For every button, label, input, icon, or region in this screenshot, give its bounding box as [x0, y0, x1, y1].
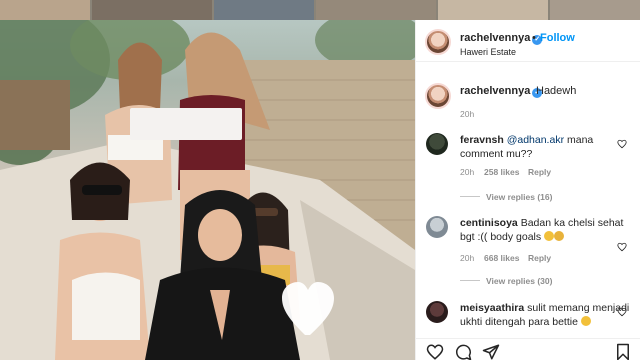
caption-time[interactable]: 20h — [460, 109, 474, 119]
caption-text: Hadewh — [536, 85, 577, 97]
heart-icon[interactable] — [617, 242, 627, 252]
post-thumbnail[interactable] — [550, 0, 640, 20]
hands-emoji-icon — [554, 231, 565, 241]
view-replies-dash — [460, 280, 480, 281]
post-photo-image — [0, 20, 415, 360]
comment-avatar[interactable] — [426, 133, 448, 155]
post-detail-panel: rachelvennya ✓ • Follow Haweri Estate rac… — [415, 20, 640, 360]
caption-username-text[interactable]: rachelvennya — [460, 85, 530, 97]
comment-username[interactable]: feravnsh — [460, 134, 504, 146]
comment-username[interactable]: centinisoya — [460, 217, 518, 229]
share-icon[interactable] — [482, 343, 500, 360]
view-replies-dash — [460, 196, 480, 197]
post-thumbnail[interactable] — [0, 0, 90, 20]
post-action-bar — [416, 338, 640, 360]
comment: feravnsh @adhan.akr mana comment mu?? — [460, 133, 630, 161]
view-replies-button[interactable]: View replies (30) — [460, 276, 552, 286]
post-location[interactable]: Haweri Estate — [460, 47, 516, 57]
author-avatar[interactable] — [425, 29, 451, 55]
grimacing-emoji-icon — [580, 316, 591, 326]
heart-icon[interactable] — [426, 343, 444, 360]
comment-time[interactable]: 20h — [460, 167, 474, 177]
post-header: rachelvennya ✓ • Follow Haweri Estate — [416, 20, 640, 62]
author-username[interactable]: rachelvennya ✓ — [460, 32, 543, 45]
heart-icon[interactable] — [617, 307, 627, 317]
view-replies-label[interactable]: View replies (16) — [486, 192, 552, 202]
comment-reply-button[interactable]: Reply — [528, 253, 551, 263]
post-thumbnail[interactable] — [438, 0, 548, 20]
follow-button[interactable]: Follow — [540, 32, 575, 44]
comment-likes[interactable]: 668 likes — [484, 253, 519, 263]
caption-author-avatar[interactable] — [425, 83, 451, 109]
post-thumbnail[interactable] — [316, 0, 436, 20]
follow-separator: • — [532, 32, 536, 44]
comment-reply-button[interactable]: Reply — [528, 167, 551, 177]
caption-username[interactable]: rachelvennya ✓ — [460, 85, 543, 98]
post-thumbnail[interactable] — [214, 0, 314, 20]
comment-mention[interactable]: @adhan.akr — [507, 134, 564, 146]
comment-avatar[interactable] — [426, 301, 448, 323]
worried-face-emoji-icon — [544, 231, 555, 241]
comment: centinisoya Badan ka chelsi sehat bgt :(… — [460, 216, 630, 244]
previous-posts-strip — [0, 0, 640, 20]
comment-icon[interactable] — [454, 343, 472, 360]
view-replies-button[interactable]: View replies (16) — [460, 192, 552, 202]
heart-icon[interactable] — [617, 139, 627, 149]
comment-avatar[interactable] — [426, 216, 448, 238]
post-thumbnail[interactable] — [92, 0, 212, 20]
post-photo[interactable] — [0, 20, 415, 360]
view-replies-label[interactable]: View replies (30) — [486, 276, 552, 286]
author-username-text[interactable]: rachelvennya — [460, 32, 530, 44]
comment-username[interactable]: meisyaathira — [460, 302, 524, 314]
comment-time[interactable]: 20h — [460, 253, 474, 263]
comment-likes[interactable]: 258 likes — [484, 167, 519, 177]
bookmark-icon[interactable] — [614, 343, 632, 360]
comment: meisyaathira sulit memang menjadi ukhti … — [460, 301, 630, 329]
